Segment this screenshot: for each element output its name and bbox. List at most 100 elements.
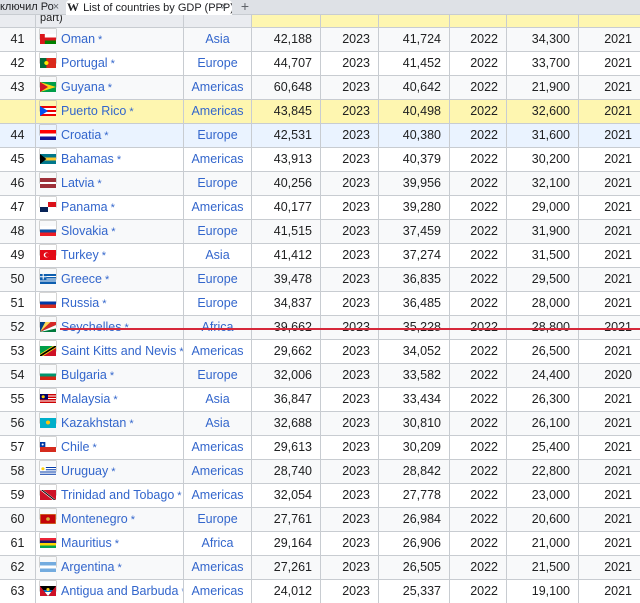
region-link[interactable]: Europe [197, 512, 237, 526]
footnote-star-link[interactable]: * [108, 82, 112, 94]
rank-cell: 60 [0, 507, 35, 531]
country-link[interactable]: Trinidad and Tobago [61, 488, 174, 502]
region-link[interactable]: Europe [197, 296, 237, 310]
country-link[interactable]: Kazakhstan [61, 416, 126, 430]
table-row: Puerto Rico * Americas 43,845 2023 40,498 2022… [0, 99, 640, 123]
new-tab-icon[interactable]: + [238, 0, 252, 14]
region-link[interactable]: Europe [197, 224, 237, 238]
country-cell: Puerto Rico * [35, 99, 183, 123]
footnote-star-link[interactable]: * [111, 226, 115, 238]
country-link[interactable]: Saint Kitts and Nevis [61, 344, 176, 358]
tab-1-close-icon[interactable]: × [50, 0, 62, 15]
region-link[interactable]: Asia [205, 248, 229, 262]
country-link[interactable]: Russia [61, 296, 99, 310]
region-link[interactable]: Americas [191, 488, 243, 502]
table-row: 47 Panama * Americas 40,177 2023 39,280 2022 29,… [0, 195, 640, 219]
country-link[interactable]: Latvia [61, 176, 94, 190]
footnote-star-link[interactable]: * [113, 394, 117, 406]
country-link[interactable]: Croatia [61, 128, 101, 142]
footnote-star-link[interactable]: * [104, 130, 108, 142]
region-link[interactable]: Americas [191, 200, 243, 214]
country-link[interactable]: Slovakia [61, 224, 108, 238]
country-link[interactable]: Bahamas [61, 152, 114, 166]
year-cell: 2023 [320, 99, 378, 123]
footnote-star-link[interactable]: * [111, 466, 115, 478]
footnote-star-link[interactable]: * [93, 442, 97, 454]
rank-cell: 45 [0, 147, 35, 171]
region-link[interactable]: Africa [202, 320, 234, 334]
gdp-value-cell: 30,209 [378, 435, 449, 459]
region-link[interactable]: Americas [191, 344, 243, 358]
gdp-value-cell: 40,177 [251, 195, 320, 219]
browser-tab-2[interactable]: W List of countries by GDP (PPP) p [66, 0, 232, 15]
region-link[interactable]: Europe [197, 56, 237, 70]
table-row: 50 Greece * Europe 39,478 2023 36,835 2022 29,50… [0, 267, 640, 291]
footnote-star-link[interactable]: * [131, 514, 135, 526]
footnote-star-link[interactable]: * [177, 490, 181, 502]
region-link[interactable]: Americas [191, 440, 243, 454]
country-link[interactable]: Portugal [61, 56, 108, 70]
country-link[interactable]: Argentina [61, 560, 115, 574]
region-link[interactable]: Europe [197, 176, 237, 190]
country-link[interactable]: Turkey [61, 248, 99, 262]
region-link[interactable]: Americas [191, 104, 243, 118]
country-link[interactable]: Uruguay [61, 464, 108, 478]
country-link[interactable]: Greece [61, 272, 102, 286]
footnote-star-link[interactable]: * [117, 154, 121, 166]
region-link[interactable]: Europe [197, 368, 237, 382]
country-link[interactable]: Bulgaria [61, 368, 107, 382]
region-cell: Europe [183, 363, 251, 387]
year-cell: 2023 [320, 531, 378, 555]
region-link[interactable]: Africa [202, 536, 234, 550]
region-cell: Europe [183, 291, 251, 315]
country-link[interactable]: Mauritius [61, 536, 112, 550]
gdp-value-cell: 26,906 [378, 531, 449, 555]
region-link[interactable]: Americas [191, 560, 243, 574]
gdp-value-cell: 43,845 [251, 99, 320, 123]
gdp-value-cell: 25,400 [506, 435, 578, 459]
country-link[interactable]: Antigua and Barbuda [61, 584, 178, 598]
country-link[interactable]: Montenegro [61, 512, 128, 526]
footnote-star-link[interactable]: * [129, 418, 133, 430]
gdp-value-cell: 37,274 [378, 243, 449, 267]
uruguay-flag-icon [40, 461, 56, 476]
country-link[interactable]: Malaysia [61, 392, 110, 406]
year-cell: 2023 [320, 51, 378, 75]
footnote-star-link[interactable]: * [118, 562, 122, 574]
region-link[interactable]: Asia [205, 392, 229, 406]
year-cell: 2022 [449, 171, 506, 195]
country-link[interactable]: Seychelles [61, 320, 121, 334]
year-cell: 2021 [578, 315, 640, 339]
region-link[interactable]: Americas [191, 80, 243, 94]
region-link[interactable]: Asia [205, 32, 229, 46]
country-link[interactable]: Chile [61, 440, 90, 454]
country-link[interactable]: Puerto Rico [61, 104, 126, 118]
footnote-star-link[interactable]: * [111, 58, 115, 70]
gdp-value-cell: 40,498 [378, 99, 449, 123]
country-link[interactable]: Oman [61, 32, 95, 46]
gdp-value-cell: 25,337 [378, 579, 449, 603]
year-cell: 2023 [320, 387, 378, 411]
footnote-star-link[interactable]: * [111, 202, 115, 214]
region-link[interactable]: Europe [197, 272, 237, 286]
footnote-star-link[interactable]: * [129, 106, 133, 118]
footnote-star-link[interactable]: * [102, 298, 106, 310]
footnote-star-link[interactable]: * [110, 370, 114, 382]
tab-2-close-icon[interactable]: × [218, 0, 230, 15]
footnote-star-link[interactable]: * [115, 538, 119, 550]
country-link[interactable]: Guyana [61, 80, 105, 94]
year-cell: 2022 [449, 315, 506, 339]
footnote-star-link[interactable]: * [105, 274, 109, 286]
footnote-star-link[interactable]: * [102, 250, 106, 262]
region-link[interactable]: Asia [205, 416, 229, 430]
region-link[interactable]: Europe [197, 128, 237, 142]
region-link[interactable]: Americas [191, 464, 243, 478]
rank-cell: 62 [0, 555, 35, 579]
footnote-star-link[interactable]: * [97, 178, 101, 190]
country-link[interactable]: Panama [61, 200, 108, 214]
footnote-star-link[interactable]: * [98, 34, 102, 46]
region-link[interactable]: Americas [191, 152, 243, 166]
year-cell: 2021 [578, 579, 640, 603]
table-row: 41 Oman * Asia 42,188 2023 41,724 2022 34,300 202… [0, 27, 640, 51]
region-link[interactable]: Americas [191, 584, 243, 598]
